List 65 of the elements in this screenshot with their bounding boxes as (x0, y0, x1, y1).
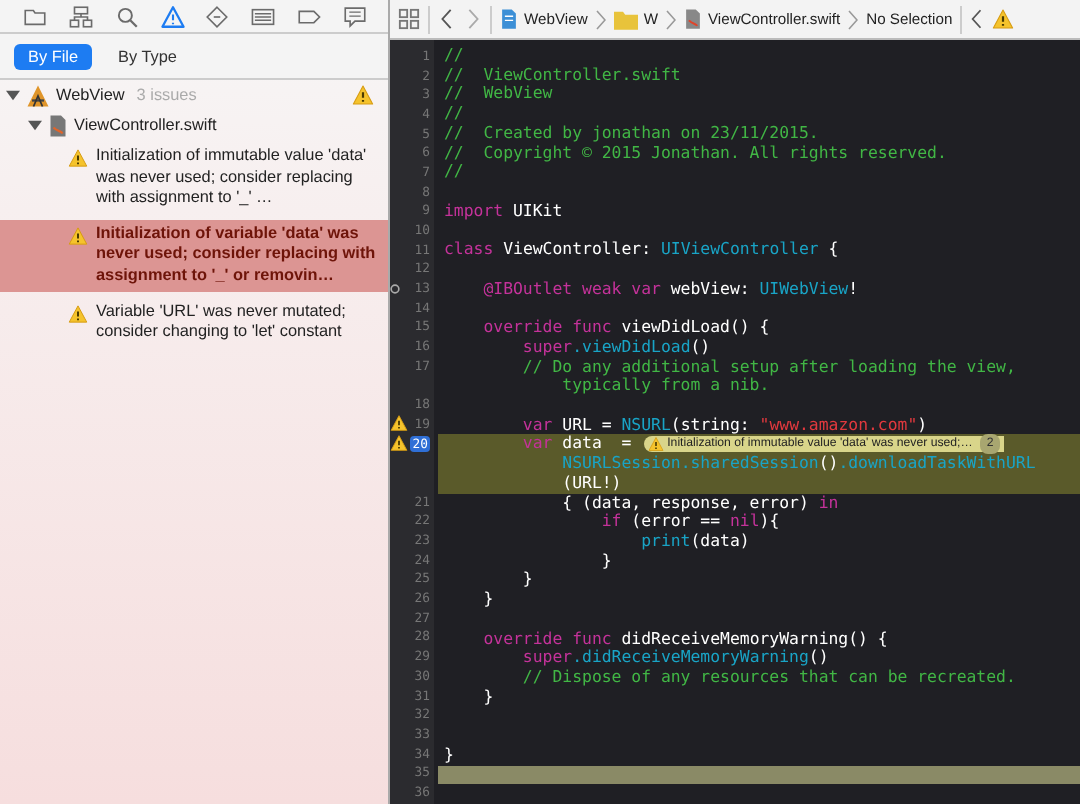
code-line: // Created by jonathan on 23/11/2015. (444, 123, 819, 144)
chevron-icon (848, 9, 859, 29)
file-icon (683, 8, 702, 30)
code-line: } (481, 590, 494, 610)
app-icon (26, 83, 50, 107)
code-line: { (data, response, error) in (560, 493, 839, 513)
disclosure-triangle-icon[interactable] (6, 88, 20, 102)
diamond-icon[interactable] (204, 3, 231, 29)
issue-count: 3 issues (136, 86, 197, 104)
code-line: // WebView (444, 84, 553, 105)
issue-message: Initialization of variable 'data' was never used; consider replacing with assignment to '_' or removin… (96, 223, 378, 288)
chevron-icon (595, 9, 606, 29)
speech-bubble-icon[interactable] (341, 3, 368, 29)
code-line: // Dispose of any resources that can be recreated. (520, 668, 1016, 688)
scope-tab[interactable]: By File (14, 43, 93, 69)
warning-icon (68, 303, 88, 324)
issue-row[interactable]: Variable 'URL' was never mutated; consider changing to 'let' constant (0, 297, 388, 348)
file-name[interactable]: ViewController.swift (74, 116, 217, 134)
code-line: var data = (520, 434, 634, 455)
issue-message: Initialization of immutable value 'data' was never used; consider replacing with assignment to '_' … (96, 146, 369, 210)
code-line: } (444, 745, 454, 766)
related-items-icon[interactable] (398, 8, 420, 30)
code-line: override func didReceiveMemoryWarning() { (481, 629, 888, 649)
warning-icon (992, 8, 1015, 30)
code-line: // Copyright © 2015 Jonathan. All rights reserved. (444, 143, 947, 163)
code-line: typically from a nib. (560, 376, 770, 396)
code-line: // ViewController.swift (444, 65, 681, 85)
code-line: if (error == nil){ (601, 512, 780, 532)
disclosure-triangle-icon[interactable] (28, 118, 42, 132)
previous-issue-button[interactable] (970, 8, 985, 30)
code-line: NSURLSession.sharedSession().downloadTaskWithURL (560, 454, 1036, 474)
issue-message: Variable 'URL' was never mutated; consider changing to 'let' constant (96, 301, 348, 344)
chevron-icon (665, 9, 676, 29)
code-line: // Do any additional setup after loading the view, (520, 357, 1016, 376)
code-line: // (444, 46, 464, 66)
code-line: // (444, 104, 464, 124)
code-line: import UIKit (444, 201, 563, 221)
back-button[interactable] (438, 8, 456, 30)
issue-row[interactable]: Initialization of variable 'data' was never used; consider replacing with assignment to '_' or removin… (0, 219, 388, 292)
folder-icon (613, 9, 638, 29)
hierarchy-icon[interactable] (67, 3, 94, 29)
warning-icon (647, 436, 664, 453)
code-line: (URL!) (560, 473, 622, 494)
warning-icon[interactable] (159, 3, 186, 29)
code-line: } (520, 570, 533, 591)
code-line: // (444, 162, 464, 183)
list-icon[interactable] (250, 3, 277, 29)
warning-icon (352, 84, 374, 106)
scope-tab[interactable]: By Type (104, 43, 191, 69)
warning-icon (68, 225, 88, 246)
code-line: } (481, 687, 494, 707)
code-line: } (599, 551, 612, 571)
code-line: @IBOutlet weak var webView: UIWebView! (481, 279, 859, 299)
file-icon (48, 113, 68, 137)
code-line: print(data) (639, 531, 750, 552)
project-name[interactable]: WebView (56, 86, 125, 104)
search-icon[interactable] (113, 3, 140, 29)
code-line: var URL = NSURL(string: "www.amazon.com") (520, 415, 928, 435)
project-file-icon (500, 8, 518, 30)
code-line: override func viewDidLoad() { (481, 318, 770, 338)
issue-row[interactable]: Initialization of immutable value 'data' was never used; consider replacing with assignment to '_' … (0, 142, 388, 214)
warning-icon (68, 148, 88, 168)
code-line: super.didReceiveMemoryWarning() (520, 648, 829, 668)
code-line: super.viewDidLoad() (520, 337, 711, 357)
code-line: class ViewController: UIViewController { (444, 240, 839, 260)
